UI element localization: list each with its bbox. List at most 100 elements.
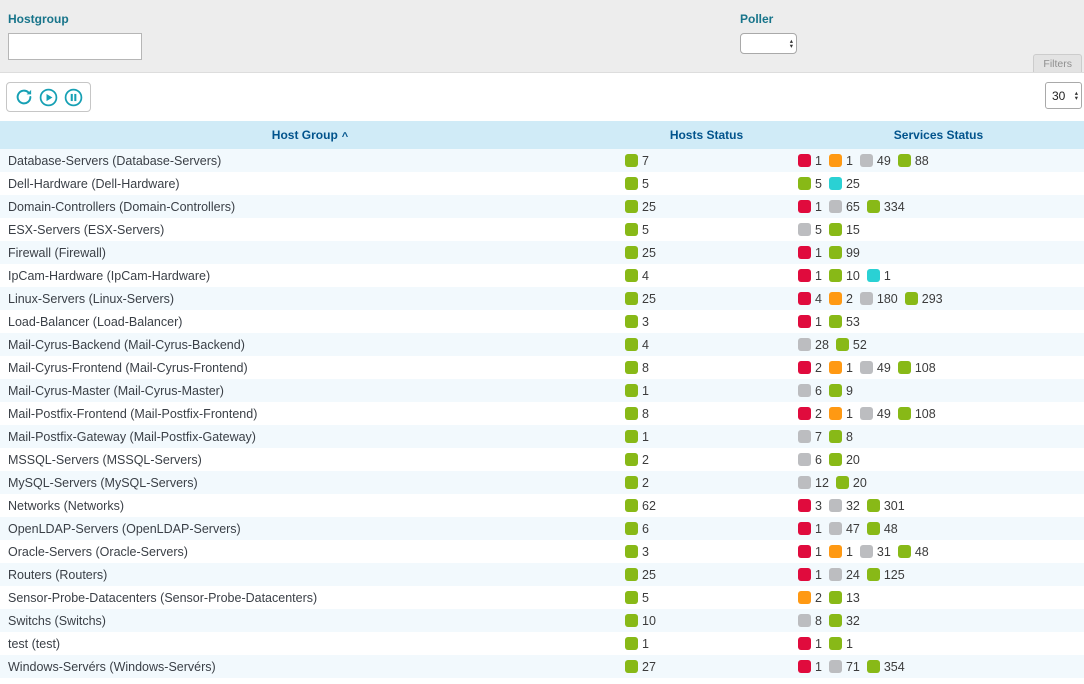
column-header-services-status[interactable]: Services Status [793,121,1084,149]
badge-count: 20 [846,453,860,467]
status-badge: 4 [798,292,822,306]
critical-badge-icon [798,660,811,673]
hosts-status-cell: 8 [620,356,793,379]
services-status-cell: 1220 [793,471,1084,494]
status-badge: 1 [625,384,649,398]
hostgroup-table: Host Group^ Hosts Status Services Status… [0,121,1084,678]
status-badge: 13 [829,591,860,605]
hostgroup-name-link[interactable]: MSSQL-Servers (MSSQL-Servers) [8,453,202,467]
filters-toggle-tab[interactable]: Filters [1033,54,1082,72]
table-header-row: Host Group^ Hosts Status Services Status [0,121,1084,149]
hostgroup-name-cell: Networks (Networks) [0,494,620,517]
hostgroup-name-cell: MSSQL-Servers (MSSQL-Servers) [0,448,620,471]
hostgroup-name-link[interactable]: OpenLDAP-Servers (OpenLDAP-Servers) [8,522,241,536]
hostgroup-name-cell: Mail-Cyrus-Master (Mail-Cyrus-Master) [0,379,620,402]
table-row: MSSQL-Servers (MSSQL-Servers)2620 [0,448,1084,471]
ok-badge-icon [829,453,842,466]
hosts-status-cell: 25 [620,195,793,218]
badge-count: 1 [884,269,891,283]
services-status-cell: 2852 [793,333,1084,356]
badge-count: 1 [815,200,822,214]
services-status-cell: 69 [793,379,1084,402]
poller-select[interactable]: ▴▾ [740,33,797,54]
status-badge: 5 [798,223,822,237]
hostgroup-name-link[interactable]: Mail-Cyrus-Master (Mail-Cyrus-Master) [8,384,224,398]
refresh-icon[interactable] [14,88,33,107]
critical-badge-icon [798,407,811,420]
badge-count: 1 [846,407,853,421]
hostgroup-name-link[interactable]: Mail-Postfix-Gateway (Mail-Postfix-Gatew… [8,430,256,444]
hostgroup-name-link[interactable]: Oracle-Servers (Oracle-Servers) [8,545,188,559]
badge-count: 2 [815,407,822,421]
hostgroup-input[interactable] [8,33,142,60]
hostgroup-name-link[interactable]: Windows-Servérs (Windows-Servérs) [8,660,216,674]
hostgroup-name-link[interactable]: Mail-Cyrus-Backend (Mail-Cyrus-Backend) [8,338,245,352]
hostgroup-name-link[interactable]: Load-Balancer (Load-Balancer) [8,315,182,329]
column-header-hosts-status[interactable]: Hosts Status [620,121,793,149]
status-badge: 7 [798,430,822,444]
warning-badge-icon [829,154,842,167]
unknown-badge-icon [860,545,873,558]
badge-count: 180 [877,292,898,306]
up-badge-icon [625,637,638,650]
hostgroup-name-cell: Load-Balancer (Load-Balancer) [0,310,620,333]
hostgroup-name-link[interactable]: Linux-Servers (Linux-Servers) [8,292,174,306]
hostgroup-name-cell: ESX-Servers (ESX-Servers) [0,218,620,241]
services-status-cell: 5 15 [793,218,1084,241]
badge-count: 15 [846,223,860,237]
up-badge-icon [625,177,638,190]
hostgroup-name-link[interactable]: MySQL-Servers (MySQL-Servers) [8,476,198,490]
badge-count: 4 [642,338,649,352]
ok-badge-icon [829,223,842,236]
table-row: Windows-Servérs (Windows-Servérs)2717135… [0,655,1084,678]
table-row: ESX-Servers (ESX-Servers) 5 5 15 [0,218,1084,241]
badge-count: 27 [642,660,656,674]
page-size-select[interactable]: 30 ▴▾ [1045,82,1082,109]
play-icon[interactable] [39,88,58,107]
badge-count: 6 [815,453,822,467]
hostgroup-name-cell: Oracle-Servers (Oracle-Servers) [0,540,620,563]
hostgroup-name-link[interactable]: Mail-Cyrus-Frontend (Mail-Cyrus-Frontend… [8,361,248,375]
critical-badge-icon [798,292,811,305]
table-row: Linux-Servers (Linux-Servers)2542180293 [0,287,1084,310]
badge-count: 1 [642,637,649,651]
hostgroup-name-link[interactable]: Sensor-Probe-Datacenters (Sensor-Probe-D… [8,591,317,605]
status-badge: 71 [829,660,860,674]
badge-count: 108 [915,361,936,375]
pending-badge-icon [829,177,842,190]
status-badge: 3 [625,315,649,329]
hostgroup-name-link[interactable]: Dell-Hardware (Dell-Hardware) [8,177,180,191]
column-header-host-group[interactable]: Host Group^ [0,121,620,149]
hostgroup-name-cell: OpenLDAP-Servers (OpenLDAP-Servers) [0,517,620,540]
unknown-badge-icon [798,223,811,236]
hostgroup-name-link[interactable]: Switchs (Switchs) [8,614,106,628]
hostgroup-name-link[interactable]: Database-Servers (Database-Servers) [8,154,221,168]
hostgroup-name-link[interactable]: ESX-Servers (ESX-Servers) [8,223,164,237]
sort-asc-icon: ^ [342,131,348,143]
hostgroup-name-link[interactable]: IpCam-Hardware (IpCam-Hardware) [8,269,210,283]
badge-count: 20 [853,476,867,490]
critical-badge-icon [798,154,811,167]
hostgroup-name-cell: Domain-Controllers (Domain-Controllers) [0,195,620,218]
hostgroup-name-link[interactable]: Firewall (Firewall) [8,246,106,260]
toolbar: 30 ▴▾ [0,73,1084,121]
refresh-controls-group [6,82,91,112]
critical-badge-icon [798,200,811,213]
badge-count: 49 [877,407,891,421]
status-badge: 8 [829,430,853,444]
hostgroup-name-link[interactable]: test (test) [8,637,60,651]
status-badge: 1 [798,660,822,674]
hostgroup-name-link[interactable]: Mail-Postfix-Frontend (Mail-Postfix-Fron… [8,407,257,421]
up-badge-icon [625,200,638,213]
ok-badge-icon [836,338,849,351]
badge-count: 7 [642,154,649,168]
up-badge-icon [625,292,638,305]
pause-icon[interactable] [64,88,83,107]
hostgroup-name-link[interactable]: Routers (Routers) [8,568,107,582]
status-badge: 8 [798,614,822,628]
table-row: Routers (Routers)25124125 [0,563,1084,586]
ok-badge-icon [829,591,842,604]
hostgroup-name-link[interactable]: Networks (Networks) [8,499,124,513]
hostgroup-name-link[interactable]: Domain-Controllers (Domain-Controllers) [8,200,235,214]
badge-count: 5 [642,223,649,237]
